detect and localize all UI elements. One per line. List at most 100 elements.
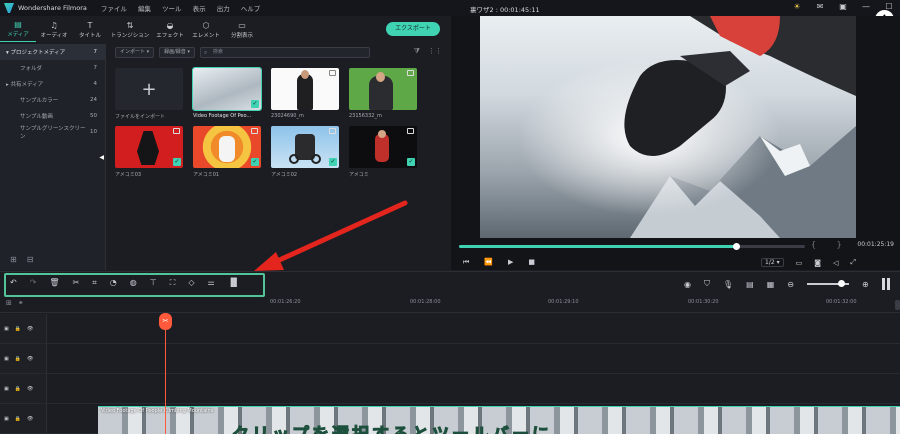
zoom-in-icon[interactable]: ⊕	[862, 280, 869, 289]
menu-edit[interactable]: 編集	[138, 5, 151, 13]
track-body[interactable]	[47, 314, 900, 343]
sidebar-item-folder[interactable]: フォルダ 7	[0, 60, 105, 76]
minimize-icon[interactable]: —	[861, 2, 871, 11]
timeline-scrollbar[interactable]	[895, 300, 900, 310]
sidebar-item-sample-videos[interactable]: サンプル動画 50	[0, 108, 105, 124]
lock-icon[interactable]: 🔒	[15, 356, 21, 362]
tab-split-screen[interactable]: ▭ 分割表示	[224, 16, 260, 42]
add-track-icon[interactable]: ⊞	[6, 299, 18, 307]
media-tile-import[interactable]: + ファイルをインポート	[115, 68, 183, 120]
mixer-icon[interactable]: ▤	[746, 280, 754, 289]
media-tile-amecomi01[interactable]: ✓ アメコミ01	[193, 126, 261, 178]
track-type-icon: ▣	[4, 385, 9, 392]
mic-icon[interactable]: 🎙	[723, 280, 733, 289]
media-tile-amecomi02[interactable]: ✓ アメコミ02	[271, 126, 339, 178]
lock-icon[interactable]: 🔒	[15, 386, 21, 392]
keyframe-icon[interactable]: ◇	[188, 278, 194, 288]
import-dropdown[interactable]: インポート ▾	[115, 47, 155, 58]
media-filters: インポート ▾ 録画/録音 ▾ ⌕ 検索	[115, 47, 370, 58]
pause-icon[interactable]	[881, 278, 885, 290]
tab-transitions[interactable]: ⇅ トランジション	[108, 16, 152, 42]
color-icon[interactable]: ◍	[130, 278, 137, 288]
zoom-out-icon[interactable]: ⊖	[787, 280, 794, 289]
eye-icon[interactable]: 👁	[27, 386, 33, 392]
lock-icon[interactable]: 🔒	[15, 416, 21, 422]
tab-effects[interactable]: ◒ エフェクト	[152, 16, 188, 42]
record-dropdown[interactable]: 録画/録音 ▾	[159, 47, 195, 58]
track-body[interactable]	[47, 344, 900, 373]
stop-icon[interactable]: ■	[528, 258, 535, 267]
media-tile-amecomi03[interactable]: ✓ アメコミ03	[115, 126, 183, 178]
playhead-line[interactable]	[165, 314, 166, 434]
import-plus-icon[interactable]: +	[115, 68, 183, 110]
snapshot-icon[interactable]: ◙	[814, 259, 821, 267]
menu-view[interactable]: 表示	[193, 5, 206, 13]
eye-icon[interactable]: 👁	[27, 356, 33, 362]
redo-icon[interactable]: ↷	[30, 278, 37, 288]
subtitle-icon[interactable]: ▦	[767, 280, 775, 289]
tab-audio[interactable]: ♫ オーディオ	[36, 16, 72, 42]
progress-knob[interactable]	[732, 243, 740, 250]
media-tile-23024690[interactable]: 23024690_m	[271, 68, 339, 119]
menu-help[interactable]: ヘルプ	[241, 5, 261, 13]
adjust-icon[interactable]: ⚌	[207, 278, 214, 288]
play-icon[interactable]: ▶	[508, 258, 513, 267]
menu-file[interactable]: ファイル	[101, 5, 127, 13]
sidebar-item-project-media[interactable]: ▾ プロジェクトメディア 7	[0, 44, 105, 60]
eye-icon[interactable]: 👁	[27, 416, 33, 422]
preview-progress-bar[interactable]	[459, 243, 805, 250]
menu-tools[interactable]: ツール	[162, 5, 182, 13]
timeline-ruler[interactable]: ⊞⚭ 00:01:26:20 00:01:28:00 00:01:29:10 0…	[0, 297, 900, 313]
playhead-scissors-icon[interactable]: ✂	[159, 313, 172, 330]
preview-panel: { } 00:01:25:19 ⏮ ⏪ ▶ ■ 1/2 ▾ ▭ ◙ ◁ ⤢	[451, 16, 900, 270]
lightbulb-icon[interactable]: ☀	[792, 2, 802, 11]
tab-elements[interactable]: ⬡ エレメント	[188, 16, 224, 42]
new-folder-icon[interactable]: ⊞	[10, 255, 17, 264]
freeze-frame-icon[interactable]: ⊤	[150, 278, 157, 288]
collapse-arrow-icon[interactable]: ◀	[99, 154, 104, 161]
frame-back-icon[interactable]: ⏪	[484, 258, 493, 267]
speed-icon[interactable]: ◔	[110, 278, 117, 288]
menu-bar: ファイル 編集 ツール 表示 出力 ヘルプ	[101, 3, 269, 13]
media-library: インポート ▾ 録画/録音 ▾ ⌕ 検索 ⧩ ⋮⋮ + ファイルをインポート ✓ …	[107, 44, 450, 270]
display-icon[interactable]: ▭	[796, 259, 803, 267]
tab-titles[interactable]: T タイトル	[72, 16, 108, 42]
sidebar-item-sample-colors[interactable]: サンプルカラー 24	[0, 92, 105, 108]
search-input[interactable]: ⌕ 検索	[199, 47, 370, 58]
undo-icon[interactable]: ↶	[10, 278, 17, 288]
media-tile-amecomi[interactable]: ✓ アメコミ	[349, 126, 417, 178]
sidebar-item-sample-greenscreen[interactable]: サンプルグリーンスクリーン 10	[0, 124, 105, 140]
tab-media[interactable]: ▤ メディア	[0, 16, 36, 42]
mail-icon[interactable]: ✉	[815, 2, 825, 11]
fullscreen-icon[interactable]: ⤢	[850, 258, 856, 267]
export-button[interactable]: エクスポート	[386, 22, 440, 36]
crop-icon[interactable]: ⌗	[92, 278, 97, 288]
media-tile-23156332[interactable]: 23156332_m	[349, 68, 417, 119]
grid-view-icon[interactable]: ⋮⋮	[428, 47, 442, 56]
eye-icon[interactable]: 👁	[27, 326, 33, 332]
zoom-knob[interactable]	[837, 280, 845, 287]
sidebar-item-shared-media[interactable]: ▸ 共有メディア 4	[0, 76, 105, 92]
mark-in-out-icon[interactable]: { }	[811, 240, 851, 249]
volume-icon[interactable]: ◁	[833, 259, 838, 267]
media-tile-video-footage[interactable]: ✓ Video Footage Of Peo...	[192, 67, 262, 119]
zoom-slider[interactable]	[806, 280, 849, 287]
render-icon[interactable]: ◉	[684, 280, 691, 289]
filter-icon[interactable]: ⧩	[414, 47, 420, 56]
media-icon: ▤	[14, 20, 22, 29]
quality-dropdown[interactable]: 1/2 ▾	[761, 258, 784, 267]
zoom-fit-icon[interactable]: ⛶	[170, 278, 176, 288]
folder-icon[interactable]: ⊟	[27, 255, 34, 264]
scissors-icon[interactable]: ✂	[73, 278, 80, 288]
audio-wave-icon[interactable]: ▐▌	[228, 278, 240, 288]
link-icon[interactable]: ⚭	[18, 299, 30, 307]
track-body[interactable]	[47, 374, 900, 403]
lock-icon[interactable]: 🔒	[15, 326, 21, 332]
ruler-label: 00:01:32:00	[826, 299, 857, 305]
save-icon[interactable]: ▣	[838, 2, 848, 11]
step-back-icon[interactable]: ⏮	[463, 258, 469, 267]
menu-export[interactable]: 出力	[217, 5, 230, 13]
clip-title: Video Footage Of People Climbing Mountai…	[101, 408, 214, 414]
shield-icon[interactable]: ⛉	[704, 279, 710, 289]
delete-icon[interactable]: 🗑	[49, 278, 59, 288]
